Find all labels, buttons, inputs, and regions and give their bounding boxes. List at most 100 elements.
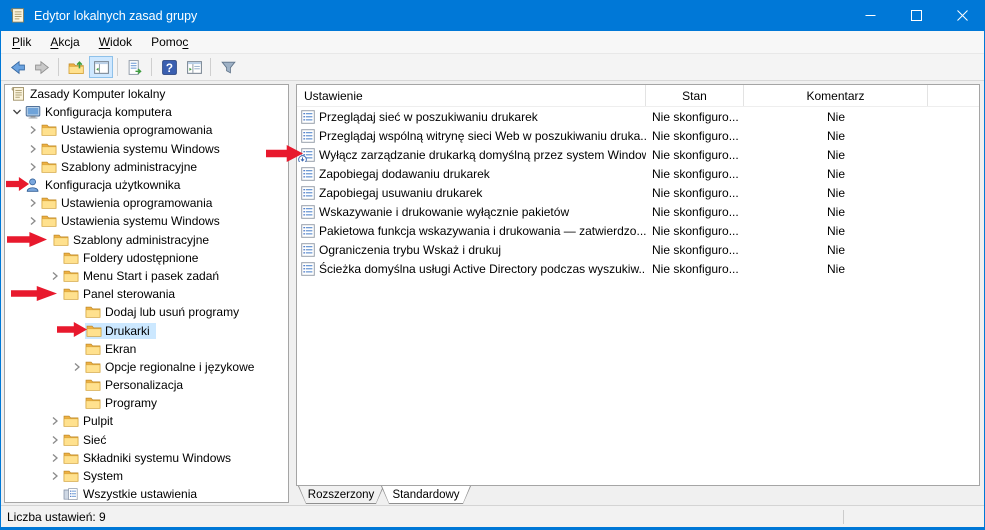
- tab-standardowy[interactable]: Standardowy: [381, 486, 471, 504]
- policy-row[interactable]: Zapobiegaj usuwaniu drukarek Nie skonfig…: [297, 183, 979, 202]
- chevron-right-icon[interactable]: [25, 196, 41, 210]
- policy-row[interactable]: Przeglądaj wspólną witrynę sieci Web w p…: [297, 126, 979, 145]
- folder-icon: [63, 250, 79, 266]
- policy-state: Nie skonfiguro...: [646, 110, 744, 124]
- tree-item-dodaj-lub-usun-programy[interactable]: Dodaj lub usuń programy: [5, 303, 288, 321]
- folder-icon: [85, 377, 101, 393]
- policy-row[interactable]: Zapobiegaj dodawaniu drukarek Nie skonfi…: [297, 164, 979, 183]
- policy-row[interactable]: Wskazywanie i drukowanie wyłącznie pakie…: [297, 202, 979, 221]
- chevron-slot: [69, 342, 85, 356]
- chevron-right-icon[interactable]: [47, 451, 63, 465]
- policy-row[interactable]: Pakietowa funkcja wskazywania i drukowan…: [297, 221, 979, 240]
- folder-icon: [63, 413, 79, 429]
- tree-item-siec[interactable]: Sieć: [5, 431, 288, 449]
- policy-row[interactable]: Przeglądaj sieć w poszukiwaniu drukarek …: [297, 107, 979, 126]
- tree-item-skladniki-systemu-windows[interactable]: Składniki systemu Windows: [5, 449, 288, 467]
- show-window-button[interactable]: [182, 56, 206, 78]
- chevron-right-icon[interactable]: [25, 160, 41, 174]
- gpo-scroll-icon: [10, 86, 26, 102]
- up-one-level-button[interactable]: [64, 56, 88, 78]
- filter-button[interactable]: [216, 56, 240, 78]
- forward-button[interactable]: [30, 56, 54, 78]
- column-header-stan[interactable]: Stan: [646, 85, 744, 106]
- chevron-right-icon[interactable]: [47, 469, 63, 483]
- help-button[interactable]: [157, 56, 181, 78]
- folder-icon: [41, 159, 57, 175]
- tree-item-zasady-komputer-lokalny[interactable]: Zasady Komputer lokalny: [5, 85, 288, 103]
- window-border: [0, 31, 1, 527]
- tree-item-ustawienia-systemu-windows-uzytkownik[interactable]: Ustawienia systemu Windows: [5, 212, 288, 230]
- menu-akcja[interactable]: Akcja: [41, 32, 88, 52]
- policy-setting-icon: [301, 167, 315, 181]
- menu-plik[interactable]: Plik: [3, 32, 40, 52]
- tree-item-ustawienia-oprogramowania-komputer[interactable]: Ustawienia oprogramowania: [5, 121, 288, 139]
- close-button[interactable]: [939, 0, 985, 31]
- tree-item-ekran[interactable]: Ekran: [5, 340, 288, 358]
- tree-item-konfiguracja-uzytkownika[interactable]: Konfiguracja użytkownika: [5, 176, 288, 194]
- help-icon: [161, 59, 178, 76]
- policy-row-annotated[interactable]: Wyłącz zarządzanie drukarką domyślną prz…: [297, 145, 979, 164]
- folder-icon: [41, 122, 57, 138]
- minimize-button[interactable]: [847, 0, 893, 31]
- close-icon: [957, 10, 968, 21]
- policy-comment: Nie: [744, 205, 928, 219]
- tree-item-ustawienia-systemu-windows-komputer[interactable]: Ustawienia systemu Windows: [5, 140, 288, 158]
- policy-comment: Nie: [744, 262, 928, 276]
- menubar: Plik Akcja Widok Pomoc: [1, 31, 984, 54]
- tree-item-konfiguracja-komputera[interactable]: Konfiguracja komputera: [5, 103, 288, 121]
- policy-setting-icon: [301, 224, 315, 238]
- tree-item-programy[interactable]: Programy: [5, 394, 288, 412]
- policy-row[interactable]: Ścieżka domyślna usługi Active Directory…: [297, 259, 979, 278]
- chevron-down-icon[interactable]: [9, 105, 25, 119]
- folder-icon: [85, 359, 101, 375]
- tree-item-ustawienia-oprogramowania-uzytkownik[interactable]: Ustawienia oprogramowania: [5, 194, 288, 212]
- forward-icon: [34, 59, 51, 76]
- chevron-right-icon[interactable]: [69, 360, 85, 374]
- chevron-right-icon[interactable]: [25, 214, 41, 228]
- tree-item-foldery-udostepnione[interactable]: Foldery udostępnione: [5, 249, 288, 267]
- tree-item-szablony-administracyjne-uzytkownik[interactable]: Szablony administracyjne: [5, 231, 288, 249]
- folder-icon: [63, 268, 79, 284]
- down-arrow-badge-icon: [298, 155, 307, 162]
- toolbar-separator: [151, 58, 152, 76]
- policy-row[interactable]: Ograniczenia trybu Wskaż i drukuj Nie sk…: [297, 240, 979, 259]
- show-window-icon: [186, 59, 203, 76]
- toolbar-separator: [58, 58, 59, 76]
- menu-widok[interactable]: Widok: [90, 32, 141, 52]
- chevron-right-icon[interactable]: [47, 414, 63, 428]
- tree-item-pulpit[interactable]: Pulpit: [5, 412, 288, 430]
- menu-pomoc[interactable]: Pomoc: [142, 32, 197, 52]
- export-list-icon: [127, 59, 144, 76]
- export-list-button[interactable]: [123, 56, 147, 78]
- back-button[interactable]: [5, 56, 29, 78]
- tab-rozszerzony[interactable]: Rozszerzony: [298, 486, 384, 504]
- policy-comment: Nie: [744, 186, 928, 200]
- folder-icon: [63, 468, 79, 484]
- computer-icon: [25, 104, 41, 120]
- tree-item-personalizacja[interactable]: Personalizacja: [5, 376, 288, 394]
- policy-state: Nie skonfiguro...: [646, 167, 744, 181]
- chevron-right-icon[interactable]: [25, 142, 41, 156]
- tree-item-drukarki[interactable]: Drukarki: [5, 321, 288, 339]
- tree-item-szablony-administracyjne-komputer[interactable]: Szablony administracyjne: [5, 158, 288, 176]
- policy-setting-icon: [301, 186, 315, 200]
- chevron-right-icon[interactable]: [47, 433, 63, 447]
- tree-item-menu-start-i-pasek-zadan[interactable]: Menu Start i pasek zadań: [5, 267, 288, 285]
- folder-icon: [85, 341, 101, 357]
- statusbar-divider: [843, 510, 844, 524]
- show-console-tree-button[interactable]: [89, 56, 113, 78]
- policy-state: Nie skonfiguro...: [646, 148, 744, 162]
- chevron-right-icon[interactable]: [47, 269, 63, 283]
- column-header-ustawienie[interactable]: Ustawienie: [297, 85, 646, 106]
- list-header: Ustawienie Stan Komentarz: [297, 85, 979, 107]
- app-scroll-icon: [9, 7, 26, 24]
- minimize-icon: [865, 10, 876, 21]
- policy-setting-icon: [301, 262, 315, 276]
- maximize-button[interactable]: [893, 0, 939, 31]
- tree-item-opcje-regionalne-i-jezykowe[interactable]: Opcje regionalne i językowe: [5, 358, 288, 376]
- policy-comment: Nie: [744, 110, 928, 124]
- tree-item-wszystkie-ustawienia[interactable]: Wszystkie ustawienia: [5, 485, 288, 503]
- chevron-right-icon[interactable]: [25, 123, 41, 137]
- tree-item-system[interactable]: System: [5, 467, 288, 485]
- column-header-komentarz[interactable]: Komentarz: [744, 85, 928, 106]
